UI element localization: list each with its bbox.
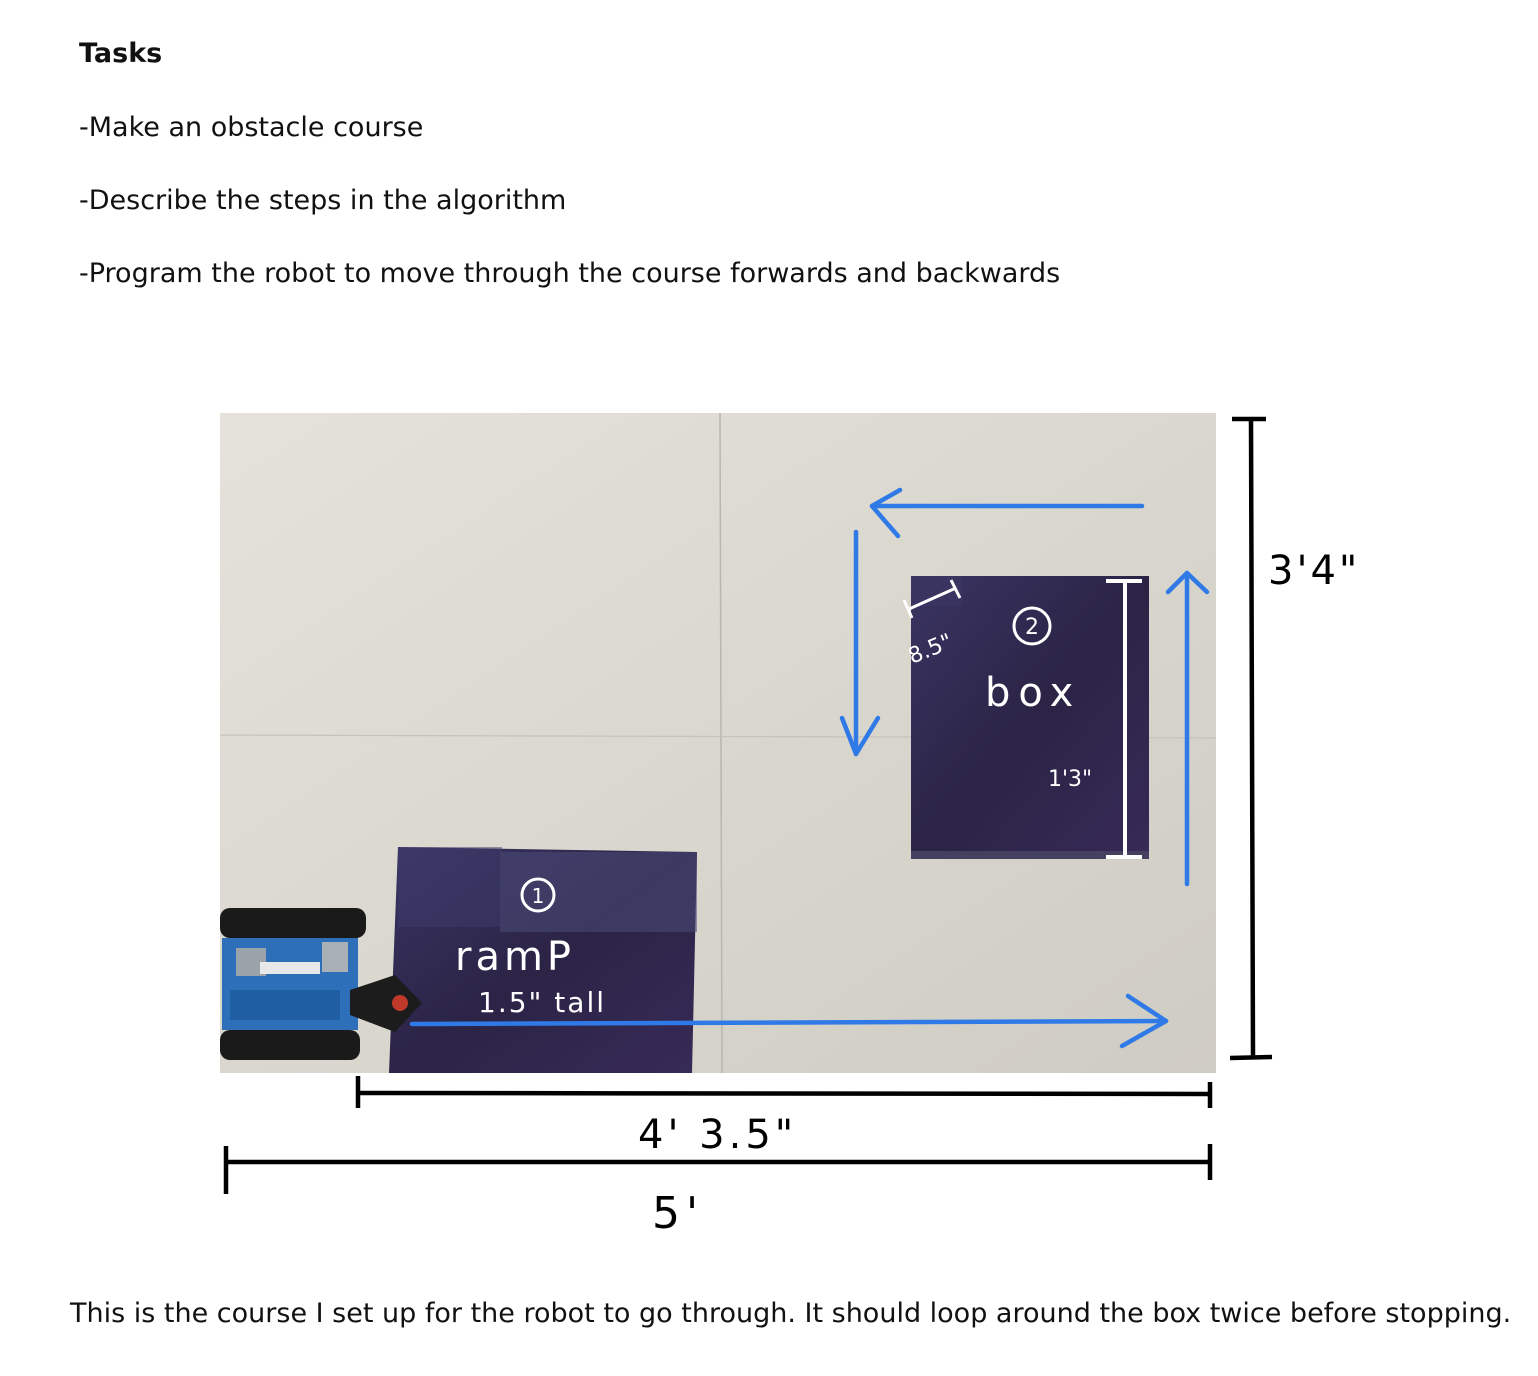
box-length: 1'3" bbox=[1048, 767, 1092, 792]
height-label: 3'4" bbox=[1268, 548, 1360, 594]
figure-caption: This is the course I set up for the robo… bbox=[70, 1298, 1512, 1329]
height-dimension bbox=[1229, 416, 1273, 1061]
outer-width-label: 5' bbox=[652, 1188, 704, 1239]
obstacle-course-figure: 1 ramP 1.5" tall 2 box 1'3" 8.5" 3'4" 4'… bbox=[219, 412, 1360, 1239]
inner-width-label: 4' 3.5" bbox=[638, 1112, 797, 1158]
ramp-number: 1 bbox=[532, 884, 545, 908]
ramp-height: 1.5" tall bbox=[478, 986, 606, 1019]
inner-width-dimension bbox=[355, 1076, 1213, 1108]
course-photo bbox=[219, 412, 1217, 1074]
box-number: 2 bbox=[1025, 615, 1039, 640]
ramp-label: ramP bbox=[455, 934, 575, 980]
box-label: box bbox=[985, 670, 1081, 716]
